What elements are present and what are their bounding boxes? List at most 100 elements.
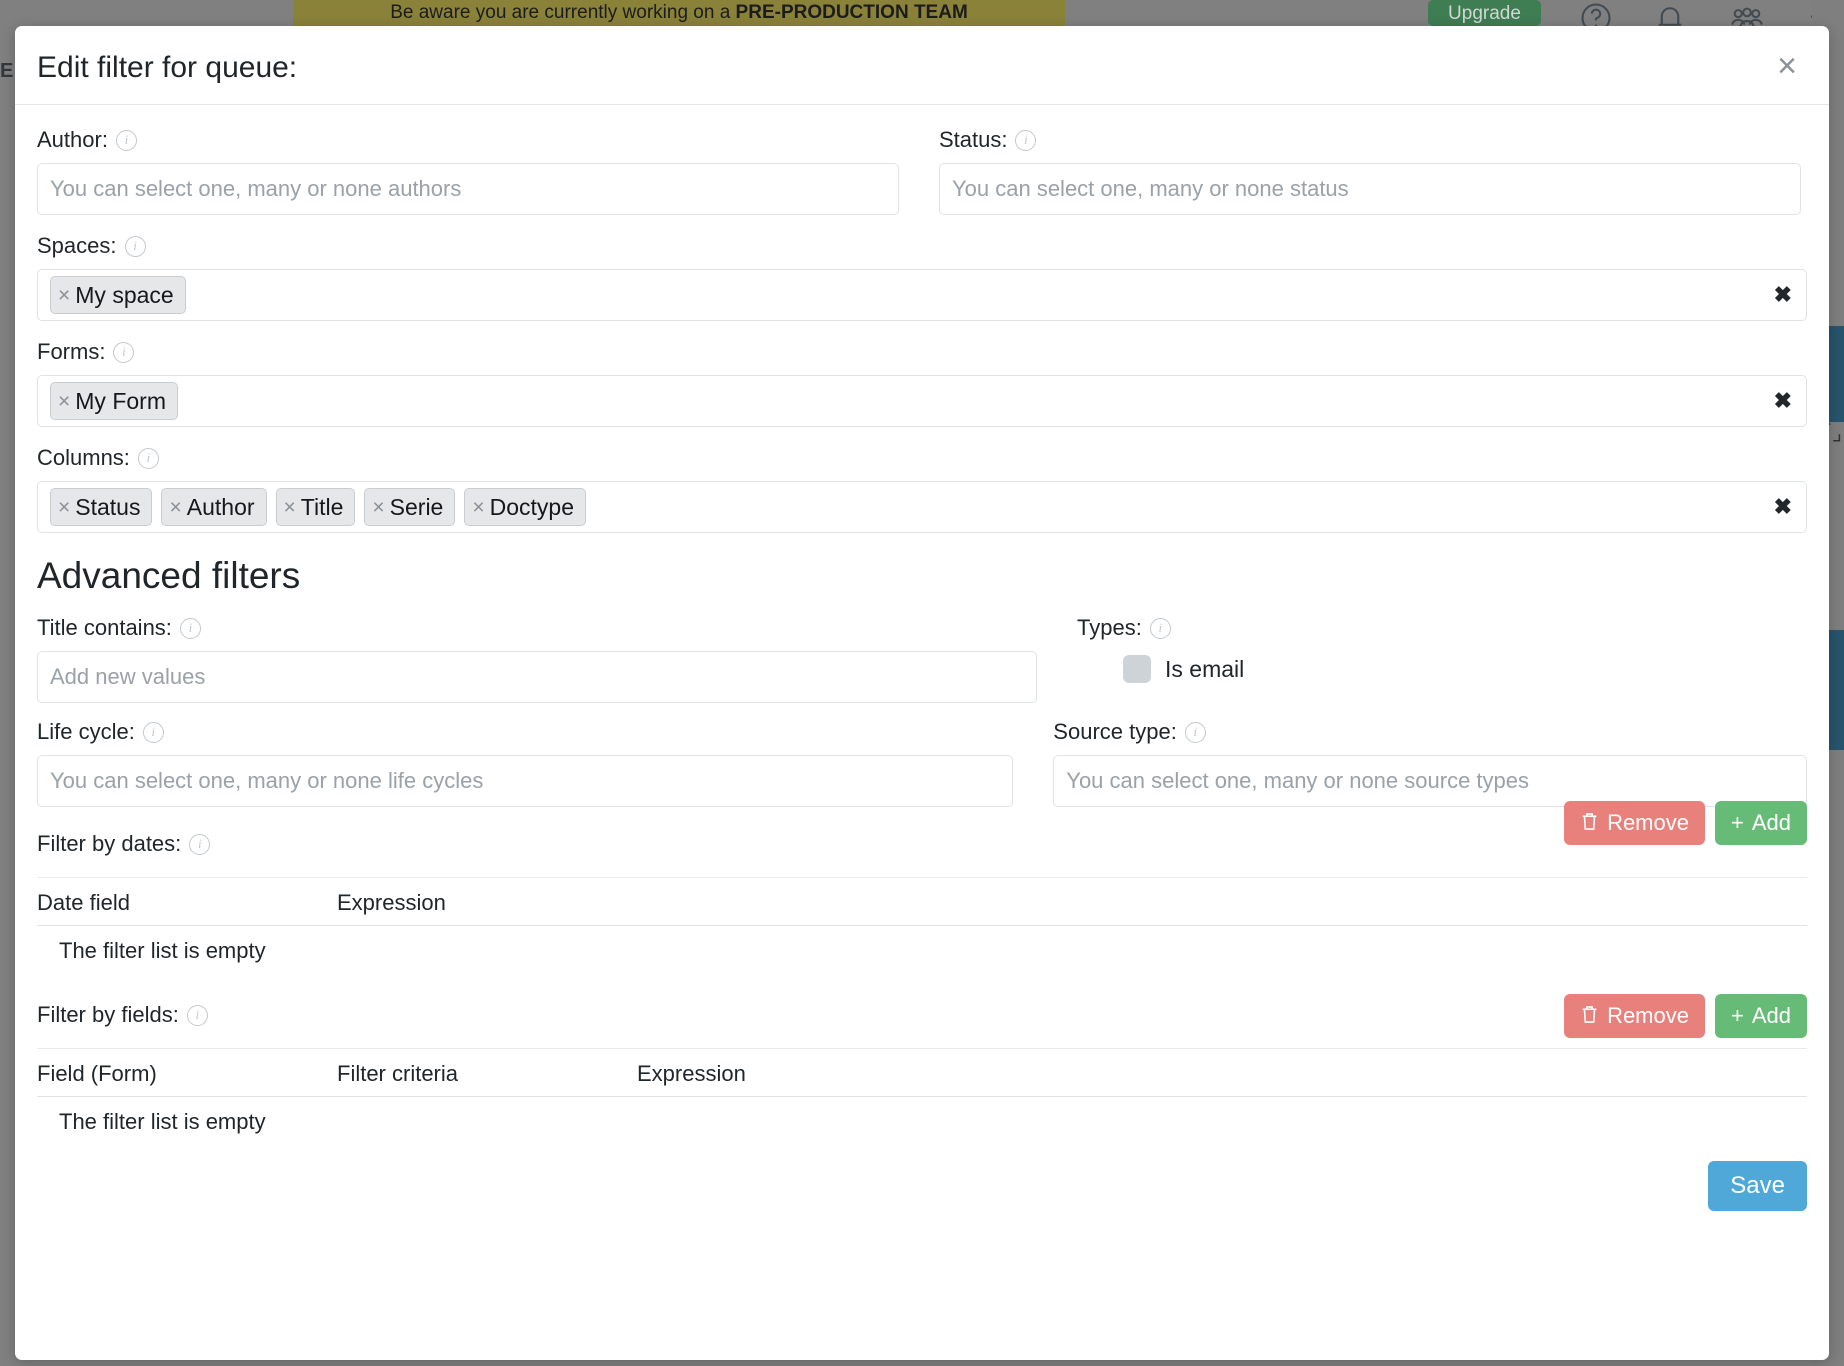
field-source-type: Source type: i You can select one, many … (1053, 717, 1807, 807)
background-left-letter: E (0, 60, 13, 83)
chip-remove-icon[interactable]: × (169, 497, 181, 518)
remove-field-filter-button[interactable]: Remove (1564, 994, 1705, 1038)
chip-remove-icon[interactable]: × (472, 497, 484, 518)
info-icon[interactable]: i (187, 1005, 208, 1026)
chip-doctype[interactable]: × Doctype (464, 488, 586, 526)
chip-remove-icon[interactable]: × (58, 497, 70, 518)
chip-status[interactable]: ×Status (50, 488, 152, 526)
field-filter-table: Field (Form) Filter criteria Expression … (37, 1061, 1807, 1135)
status-placeholder: You can select one, many or none status (952, 176, 1349, 202)
close-icon[interactable]: × (1769, 48, 1805, 84)
row-lifecycle-sourcetype: Life cycle: i You can select one, many o… (37, 703, 1807, 807)
upgrade-button[interactable]: Upgrade (1428, 0, 1541, 26)
field-forms: Forms: i ×My Form ✖ (37, 321, 1807, 427)
columns-clear-icon[interactable]: ✖ (1774, 496, 1792, 518)
source-type-label: Source type: (1053, 719, 1177, 745)
modal-footer: Save (37, 1135, 1807, 1211)
forms-label: Forms: (37, 339, 105, 365)
save-button[interactable]: Save (1708, 1161, 1807, 1211)
table-header-row: Field (Form) Filter criteria Expression (37, 1061, 1807, 1097)
remove-date-filter-label: Remove (1607, 810, 1689, 836)
field-title-contains: Title contains: i Add new values (37, 613, 1037, 703)
field-columns: Columns: i ×Status ×Author ×Title ×Serie (37, 427, 1807, 533)
info-icon[interactable]: i (143, 722, 164, 743)
forms-input[interactable]: ×My Form ✖ (37, 375, 1807, 427)
title-contains-input[interactable]: Add new values (37, 651, 1037, 703)
trash-icon (1580, 1004, 1599, 1029)
banner-text-strong: PRE-PRODUCTION TEAM (736, 2, 968, 23)
chip-author[interactable]: × Author (161, 488, 266, 526)
info-icon[interactable]: i (113, 342, 134, 363)
source-type-placeholder: You can select one, many or none source … (1066, 768, 1529, 794)
types-label: Types: (1077, 615, 1142, 641)
types-option-is-email[interactable]: Is email (1077, 649, 1777, 689)
add-date-filter-button[interactable]: + Add (1715, 801, 1807, 845)
chip-label: Serie (390, 494, 444, 521)
people-icon[interactable] (1728, 0, 1766, 26)
plus-icon: + (1731, 1005, 1744, 1027)
is-email-label: Is email (1165, 656, 1244, 683)
field-spaces: Spaces: i ×My space ✖ (37, 215, 1807, 321)
chip-remove-icon[interactable]: × (372, 497, 384, 518)
chip-my-form[interactable]: ×My Form (50, 382, 178, 420)
remove-field-filter-label: Remove (1607, 1003, 1689, 1029)
remove-date-filter-button[interactable]: Remove (1564, 801, 1705, 845)
chip-remove-icon[interactable]: × (58, 391, 70, 412)
table-header-row: Date field Expression (37, 890, 1807, 926)
add-field-filter-button[interactable]: + Add (1715, 994, 1807, 1038)
spaces-label: Spaces: (37, 233, 117, 259)
status-label: Status: (939, 127, 1007, 153)
columns-input[interactable]: ×Status ×Author ×Title ×Serie ×Doctype (37, 481, 1807, 533)
info-icon[interactable]: i (1185, 722, 1206, 743)
row-author-status: Author: i You can select one, many or no… (37, 105, 1807, 215)
chip-label: Author (187, 494, 255, 521)
col-expression: Expression (337, 890, 1807, 926)
life-cycle-placeholder: You can select one, many or none life cy… (50, 768, 483, 794)
divider (37, 877, 1807, 878)
table-empty-row: The filter list is empty (37, 926, 1807, 965)
chip-label: Doctype (490, 494, 574, 521)
col-date-field: Date field (37, 890, 337, 926)
section-filter-by-fields: Filter by fields: i Remove + Add (37, 964, 1807, 1135)
author-input[interactable]: You can select one, many or none authors (37, 163, 899, 215)
info-icon[interactable]: i (138, 448, 159, 469)
title-contains-label-group: Title contains: i (37, 613, 1037, 643)
spaces-clear-icon[interactable]: ✖ (1774, 284, 1792, 306)
status-input[interactable]: You can select one, many or none status (939, 163, 1801, 215)
author-label: Author: (37, 127, 108, 153)
info-icon[interactable]: i (116, 130, 137, 151)
forms-clear-icon[interactable]: ✖ (1774, 390, 1792, 412)
help-circle-icon[interactable] (1578, 0, 1614, 26)
field-status: Status: i You can select one, many or no… (939, 125, 1801, 215)
col-filter-criteria: Filter criteria (337, 1061, 637, 1097)
life-cycle-input[interactable]: You can select one, many or none life cy… (37, 755, 1013, 807)
spaces-input[interactable]: ×My space ✖ (37, 269, 1807, 321)
filter-by-fields-actions: Remove + Add (1564, 994, 1807, 1038)
chip-serie[interactable]: × Serie (364, 488, 455, 526)
columns-chip-list: ×Status ×Author ×Title ×Serie ×Doctype (50, 488, 586, 526)
add-field-filter-label: Add (1752, 1003, 1791, 1029)
date-filter-empty-text: The filter list is empty (37, 926, 1807, 965)
field-filter-empty-text: The filter list is empty (37, 1097, 1807, 1136)
info-icon[interactable]: i (125, 236, 146, 257)
bell-icon[interactable] (1652, 0, 1688, 26)
status-label-group: Status: i (939, 125, 1801, 155)
page-title: Edit filter for queue: (37, 51, 297, 85)
date-filter-table: Date field Expression The filter list is… (37, 890, 1807, 964)
add-date-filter-label: Add (1752, 810, 1791, 836)
author-placeholder: You can select one, many or none authors (50, 176, 461, 202)
info-icon[interactable]: i (189, 834, 210, 855)
info-icon[interactable]: i (1150, 618, 1171, 639)
info-icon[interactable]: i (180, 618, 201, 639)
chip-title[interactable]: ×Title (276, 488, 356, 526)
info-icon[interactable]: i (1015, 130, 1036, 151)
life-cycle-label: Life cycle: (37, 719, 135, 745)
chip-my-space[interactable]: ×My space (50, 276, 186, 314)
is-email-checkbox[interactable] (1123, 655, 1151, 683)
chip-remove-icon[interactable]: × (58, 285, 70, 306)
source-type-input[interactable]: You can select one, many or none source … (1053, 755, 1807, 807)
types-label-group: Types: i (1077, 613, 1777, 643)
chip-label: Status (75, 494, 140, 521)
col-field-form: Field (Form) (37, 1061, 337, 1097)
chip-remove-icon[interactable]: × (284, 497, 296, 518)
